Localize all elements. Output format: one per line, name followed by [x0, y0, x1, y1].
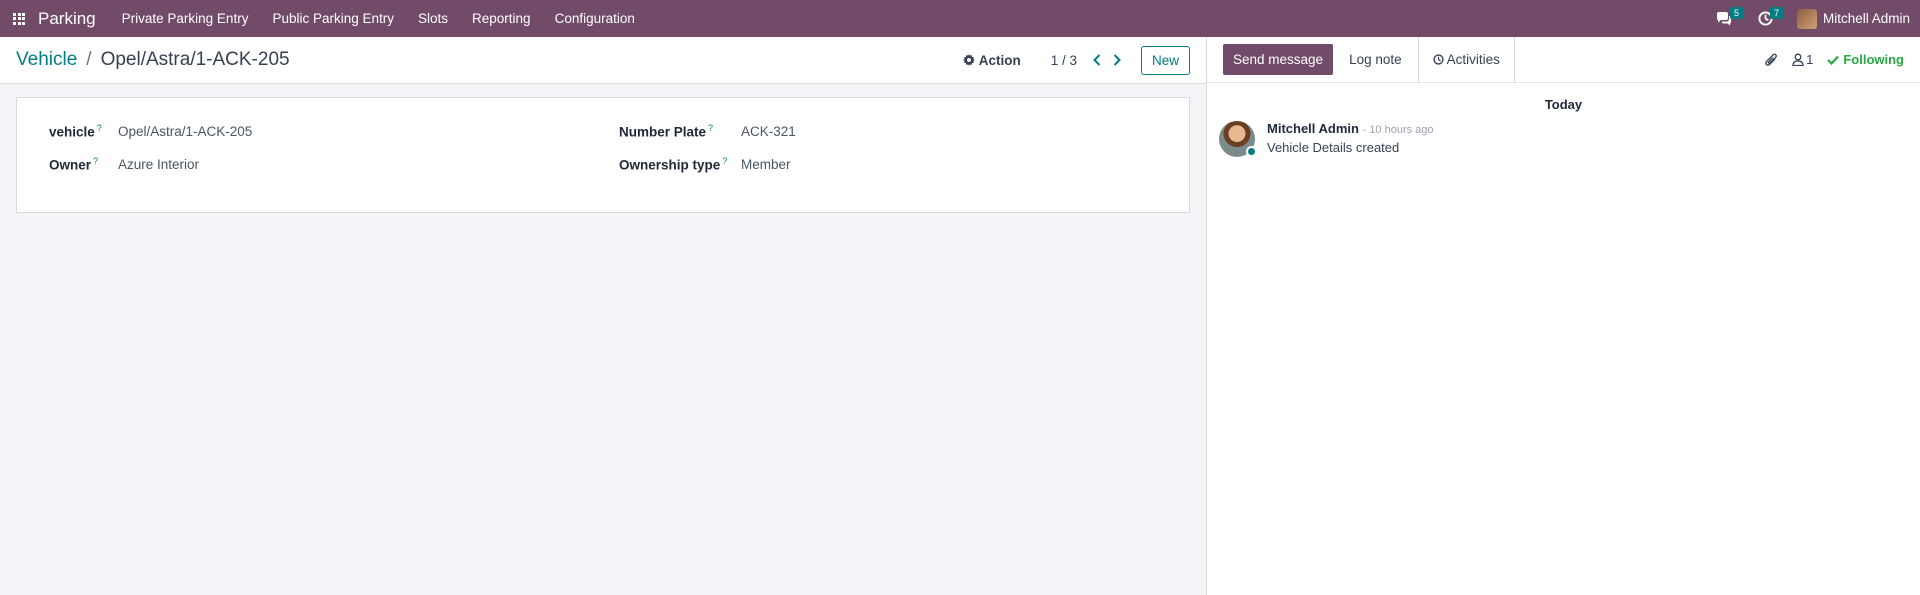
checkmark-icon [1827, 55, 1840, 65]
number-plate-field: Number Plate? ACK-321 [619, 123, 796, 140]
pager-value[interactable]: 1 / 3 [1051, 53, 1077, 68]
message-text: Vehicle Details created [1267, 140, 1400, 155]
owner-value[interactable]: Azure Interior [118, 157, 199, 172]
vehicle-value[interactable]: Opel/Astra/1-ACK-205 [118, 124, 252, 139]
breadcrumb-separator: / [86, 49, 92, 70]
owner-field: Owner? Azure Interior [49, 156, 199, 173]
control-actions: Action 1 / 3 New [962, 45, 1190, 75]
user-icon [1792, 53, 1804, 66]
apps-menu-icon[interactable] [1, 0, 37, 37]
control-panel: Vehicle / Opel/Astra/1-ACK-205 Action 1 … [0, 37, 1206, 84]
number-plate-label: Number Plate? [619, 123, 714, 140]
chevron-right-icon [1113, 54, 1121, 66]
followers-count: 1 [1806, 52, 1814, 67]
pager-next-button[interactable] [1107, 50, 1127, 70]
nav-reporting[interactable]: Reporting [460, 0, 543, 37]
nav-public-parking-entry[interactable]: Public Parking Entry [260, 0, 406, 37]
messages-count-badge: 5 [1729, 7, 1743, 19]
ownership-type-value[interactable]: Member [741, 157, 791, 172]
activities-menu[interactable]: 7 [1748, 0, 1783, 37]
form-view: vehicle? Opel/Astra/1-ACK-205 Owner? Azu… [0, 84, 1206, 595]
following-button[interactable]: Following [1827, 52, 1904, 67]
log-note-button[interactable]: Log note [1333, 37, 1418, 83]
pager-previous-button[interactable] [1087, 50, 1107, 70]
app-brand[interactable]: Parking [38, 9, 96, 29]
user-avatar [1796, 8, 1817, 29]
activities-button[interactable]: Activities [1417, 36, 1515, 83]
ownership-type-help-tooltip[interactable]: ? [722, 156, 727, 166]
breadcrumb: Vehicle / Opel/Astra/1-ACK-205 [16, 49, 290, 71]
gear-icon [962, 54, 975, 66]
nav-configuration[interactable]: Configuration [543, 0, 647, 37]
following-label: Following [1843, 52, 1904, 67]
author-avatar[interactable] [1219, 121, 1257, 157]
user-name: Mitchell Admin [1822, 11, 1910, 26]
clock-icon [1432, 54, 1444, 65]
day-separator: Today [1544, 97, 1583, 112]
chatter-message: Mitchell Admin - 10 hours ago Vehicle De… [1219, 121, 1920, 157]
vehicle-help-tooltip[interactable]: ? [97, 123, 102, 133]
message-timestamp: - 10 hours ago [1362, 124, 1434, 136]
ownership-type-label: Ownership type? [619, 156, 728, 173]
chatter-panel: Send message Log note Activities 1 Follo… [1206, 36, 1920, 595]
ownership-type-field: Ownership type? Member [619, 156, 791, 173]
chatter-topbar: Send message Log note Activities 1 Follo… [1207, 36, 1920, 83]
form-sheet: vehicle? Opel/Astra/1-ACK-205 Owner? Azu… [16, 97, 1190, 213]
online-status-icon [1246, 146, 1257, 157]
nav-private-parking-entry[interactable]: Private Parking Entry [110, 0, 261, 37]
send-message-button[interactable]: Send message [1223, 44, 1334, 75]
messaging-menu[interactable]: 5 [1706, 0, 1743, 37]
user-menu[interactable]: Mitchell Admin [1791, 8, 1910, 29]
navbar-systray: 5 7 Mitchell Admin [1706, 0, 1920, 37]
message-body: Mitchell Admin - 10 hours ago Vehicle De… [1267, 121, 1434, 157]
action-label: Action [978, 52, 1021, 68]
chevron-left-icon [1093, 54, 1101, 66]
breadcrumb-current-record: Opel/Astra/1-ACK-205 [100, 49, 290, 70]
action-menu-button[interactable]: Action [962, 52, 1021, 68]
breadcrumb-vehicle-link[interactable]: Vehicle [16, 49, 77, 71]
number-plate-value[interactable]: ACK-321 [741, 124, 796, 139]
followers-button[interactable]: 1 [1792, 52, 1813, 67]
chatter-right-actions: 1 Following [1764, 52, 1920, 68]
owner-label: Owner? [49, 156, 99, 173]
activities-count-badge: 7 [1769, 7, 1783, 19]
activities-label: Activities [1446, 52, 1500, 67]
nav-slots[interactable]: Slots [406, 0, 460, 37]
message-author[interactable]: Mitchell Admin [1267, 121, 1359, 136]
new-record-button[interactable]: New [1140, 45, 1190, 75]
vehicle-label: vehicle? [49, 123, 102, 140]
paperclip-icon[interactable] [1764, 52, 1778, 68]
number-plate-help-tooltip[interactable]: ? [708, 123, 713, 133]
top-navbar: Parking Private Parking Entry Public Par… [0, 0, 1920, 37]
owner-help-tooltip[interactable]: ? [93, 156, 98, 166]
vehicle-field: vehicle? Opel/Astra/1-ACK-205 [49, 123, 252, 140]
